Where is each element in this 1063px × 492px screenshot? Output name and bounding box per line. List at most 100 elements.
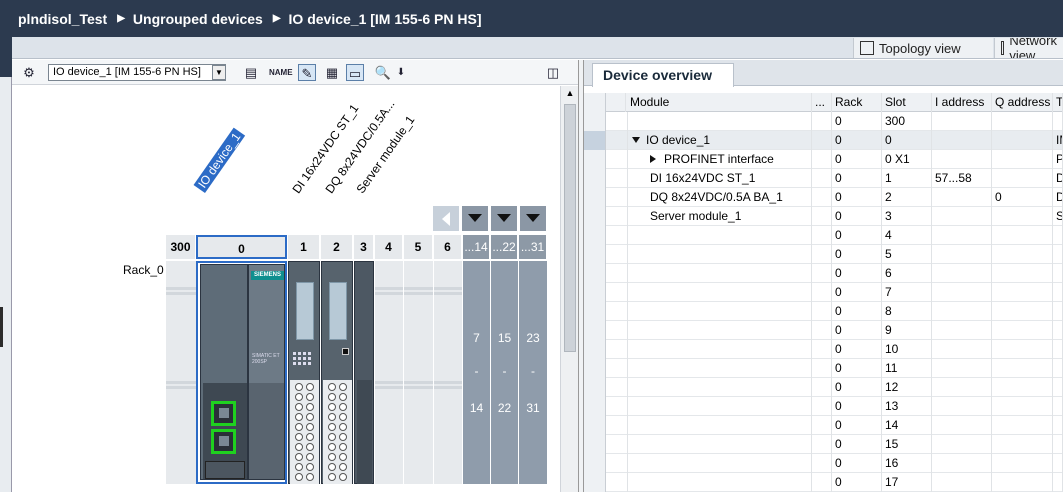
rack-slot-6[interactable] <box>434 261 462 484</box>
rack-slot-range-15-22[interactable]: 15 - 22 <box>491 261 518 484</box>
cell-type[interactable] <box>1053 378 1063 397</box>
cell-q-address[interactable] <box>992 302 1053 321</box>
cell-more[interactable] <box>812 188 832 207</box>
cell-q-address[interactable] <box>992 112 1053 131</box>
cell-q-address[interactable] <box>992 359 1053 378</box>
cell-type[interactable] <box>1053 112 1063 131</box>
cell-q-address[interactable] <box>992 454 1053 473</box>
cell-rack[interactable]: 0 <box>832 397 882 416</box>
cell-q-address[interactable] <box>992 131 1053 150</box>
cell-slot[interactable]: 3 <box>882 207 932 226</box>
cell-q-address[interactable] <box>992 473 1053 492</box>
cell-i-address[interactable] <box>932 321 992 340</box>
table-row[interactable]: 0 11 <box>584 359 1063 378</box>
row-header[interactable] <box>584 454 606 473</box>
cell-more[interactable] <box>812 321 832 340</box>
cell-type[interactable]: S <box>1053 207 1063 226</box>
rack-slot-300[interactable] <box>166 261 196 484</box>
col-header-q-address[interactable]: Q address <box>992 93 1053 112</box>
table-row[interactable]: 0 10 <box>584 340 1063 359</box>
rack-slot-4[interactable] <box>375 261 403 484</box>
expand-slots-31-icon[interactable] <box>520 206 546 231</box>
cell-i-address[interactable] <box>932 207 992 226</box>
cell-more[interactable] <box>812 416 832 435</box>
table-row[interactable]: IO device_1 00 IM <box>584 131 1063 150</box>
table-row[interactable]: 07 <box>584 283 1063 302</box>
table-row[interactable]: DI 16x24VDC ST_1 0157...58 D <box>584 169 1063 188</box>
cell-module[interactable] <box>628 264 812 283</box>
cell-type[interactable] <box>1053 245 1063 264</box>
cell-type[interactable]: P <box>1053 150 1063 169</box>
table-row[interactable]: Server module_1 03 S <box>584 207 1063 226</box>
table-row[interactable]: 0 15 <box>584 435 1063 454</box>
cell-more[interactable] <box>812 150 832 169</box>
cell-i-address[interactable] <box>932 359 992 378</box>
cell-module[interactable]: DI 16x24VDC ST_1 <box>628 169 812 188</box>
col-header-more[interactable]: ... <box>812 93 832 112</box>
cell-type[interactable]: D <box>1053 188 1063 207</box>
module-label-server[interactable]: Server module_1 <box>354 113 418 196</box>
dq-module[interactable] <box>321 261 353 484</box>
cell-q-address[interactable] <box>992 207 1053 226</box>
cell-rack[interactable]: 0 <box>832 473 882 492</box>
cell-module[interactable] <box>628 245 812 264</box>
cell-type[interactable] <box>1053 473 1063 492</box>
cell-type[interactable] <box>1053 435 1063 454</box>
cell-slot[interactable]: 11 <box>882 359 932 378</box>
row-header[interactable] <box>584 245 606 264</box>
cell-more[interactable] <box>812 264 832 283</box>
cell-slot[interactable]: 17 <box>882 473 932 492</box>
table-row[interactable]: 0 300 <box>584 112 1063 131</box>
cell-rack[interactable]: 0 <box>832 264 882 283</box>
cell-module[interactable] <box>628 302 812 321</box>
row-header[interactable] <box>584 473 606 492</box>
tab-network-view[interactable]: Network view <box>994 38 1063 58</box>
expand-down-icon[interactable] <box>632 137 640 143</box>
breadcrumb-project[interactable]: plndisol_Test <box>18 11 107 27</box>
cell-type[interactable] <box>1053 454 1063 473</box>
device-properties-icon[interactable]: ⚙ <box>20 64 38 81</box>
row-header[interactable] <box>584 435 606 454</box>
col-header-type[interactable]: T <box>1053 93 1063 112</box>
cell-more[interactable] <box>812 340 832 359</box>
col-header-i-address[interactable]: I address <box>932 93 992 112</box>
cell-q-address[interactable] <box>992 264 1053 283</box>
table-row[interactable]: 0 14 <box>584 416 1063 435</box>
cell-slot[interactable]: 13 <box>882 397 932 416</box>
cell-type[interactable] <box>1053 302 1063 321</box>
cell-more[interactable] <box>812 283 832 302</box>
cell-more[interactable] <box>812 169 832 188</box>
row-header[interactable] <box>584 321 606 340</box>
cell-more[interactable] <box>812 207 832 226</box>
cell-module[interactable] <box>628 416 812 435</box>
chevron-down-icon[interactable]: ▼ <box>212 65 226 80</box>
row-header[interactable] <box>584 131 606 150</box>
cell-type[interactable] <box>1053 397 1063 416</box>
rack-slot-range-23-31[interactable]: 23 - 31 <box>519 261 547 484</box>
cell-i-address[interactable] <box>932 112 992 131</box>
cell-i-address[interactable]: 57...58 <box>932 169 992 188</box>
cell-slot[interactable]: 9 <box>882 321 932 340</box>
cell-module[interactable]: DQ 8x24VDC/0.5A BA_1 <box>628 188 812 207</box>
cell-rack[interactable]: 0 <box>832 378 882 397</box>
row-header[interactable] <box>584 378 606 397</box>
col-header-rack[interactable]: Rack <box>832 93 882 112</box>
di-module[interactable] <box>288 261 320 484</box>
cell-more[interactable] <box>812 112 832 131</box>
table-row[interactable]: PROFINET interface 00 X1 P <box>584 150 1063 169</box>
cell-q-address[interactable] <box>992 321 1053 340</box>
col-header-slot[interactable]: Slot <box>882 93 932 112</box>
page-view-icon[interactable]: ▭ <box>346 64 364 81</box>
overview-panel-icon[interactable]: ◫ <box>544 64 562 81</box>
scrollbar-thumb[interactable] <box>564 104 576 352</box>
cell-i-address[interactable] <box>932 340 992 359</box>
rack-slot-range-7-14[interactable]: 7 - 14 <box>463 261 490 484</box>
rack-slot-5[interactable] <box>404 261 433 484</box>
cell-i-address[interactable] <box>932 378 992 397</box>
scroll-left-icon[interactable] <box>433 206 459 231</box>
cell-rack[interactable]: 0 <box>832 435 882 454</box>
cell-rack[interactable]: 0 <box>832 207 882 226</box>
cell-q-address[interactable] <box>992 226 1053 245</box>
device-view-canvas[interactable]: IO device_1 DI 16x24VDC ST_1 DQ 8x24VDC/… <box>12 86 560 492</box>
table-row[interactable]: 0 17 <box>584 473 1063 492</box>
